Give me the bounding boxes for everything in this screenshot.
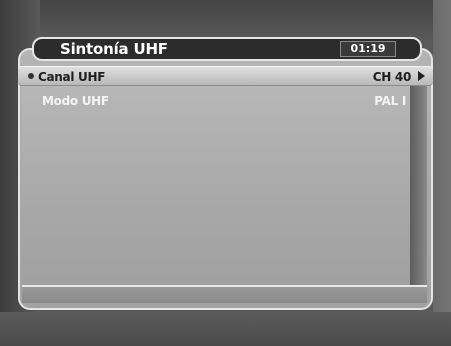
tv-bezel-right (433, 0, 451, 346)
tv-bezel-bottom (0, 312, 451, 346)
menu-item-value: PAL I (374, 94, 406, 108)
menu-item-value: CH 40 (372, 70, 412, 84)
page-title: Sintonía UHF (60, 40, 168, 58)
bullet-icon (28, 73, 34, 79)
menu-list-area (22, 86, 410, 286)
scrollbar[interactable] (410, 86, 427, 285)
menu-item-modo-uhf[interactable]: Modo UHF (42, 93, 109, 109)
menu-footer-bar (22, 285, 427, 303)
menu-item-label: Canal UHF (38, 70, 106, 84)
arrow-right-icon[interactable] (418, 71, 425, 81)
clock-display: 01:19 (340, 41, 396, 57)
tv-bezel-top (0, 0, 451, 40)
